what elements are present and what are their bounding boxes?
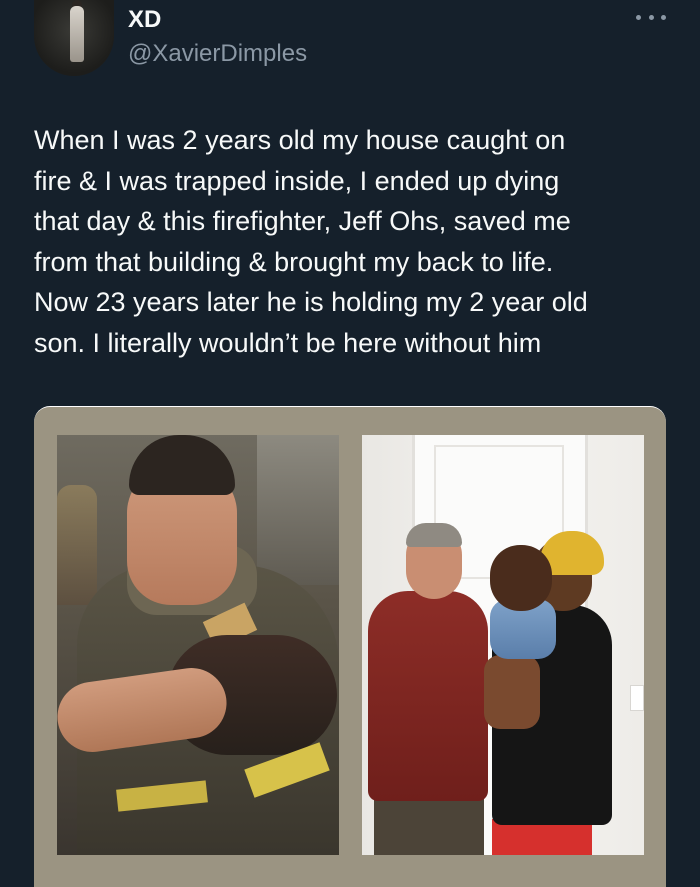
tweet-text-line: When I was 2 years old my house caught o… [34, 125, 566, 155]
tweet-media[interactable] [34, 406, 666, 887]
tweet-text: When I was 2 years old my house caught o… [34, 120, 674, 363]
tweet: XD @XavierDimples When I was 2 years old… [0, 0, 700, 887]
dot [636, 14, 641, 20]
avatar-figure-shape [70, 6, 84, 62]
tweet-text-line: fire & I was trapped inside, I ended up … [34, 165, 560, 196]
display-name[interactable]: XD [128, 6, 161, 34]
dot [648, 14, 654, 20]
more-horizontal-icon[interactable] [636, 4, 666, 30]
baby-head-shape [490, 545, 552, 611]
firefighter-rescue-photo[interactable] [57, 435, 339, 855]
tweet-text-line: from that building & brought my back to … [34, 246, 554, 277]
avatar[interactable] [34, 0, 114, 76]
baby-legs-shape [484, 655, 540, 729]
dot [661, 14, 666, 20]
light-switch-shape [630, 685, 644, 711]
man-hair-shape [406, 523, 462, 547]
man-pants-shape [374, 795, 484, 855]
tweet-text-line: that day & this firefighter, Jeff Ohs, s… [34, 206, 571, 236]
user-handle[interactable]: @XavierDimples [128, 40, 307, 68]
reunion-photo[interactable] [362, 435, 644, 855]
firefighter-hair-shape [129, 435, 235, 495]
man-red-shirt-shape [368, 591, 488, 801]
background-person-shape [57, 485, 97, 605]
tweet-text-line: son. I literally wouldn’t be here withou… [34, 327, 542, 358]
tweet-text-line: Now 23 years later he is holding my 2 ye… [34, 287, 588, 317]
background-window-shape [257, 435, 339, 585]
